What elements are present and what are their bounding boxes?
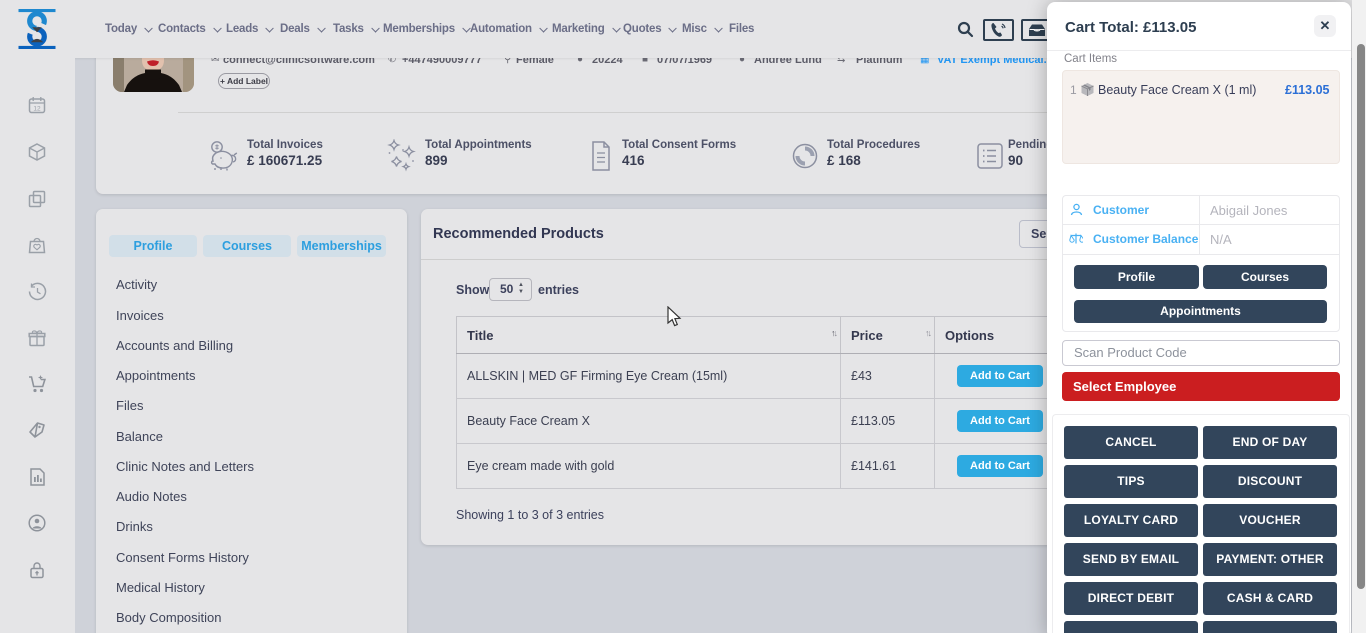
svg-text:12: 12 [33,105,41,112]
